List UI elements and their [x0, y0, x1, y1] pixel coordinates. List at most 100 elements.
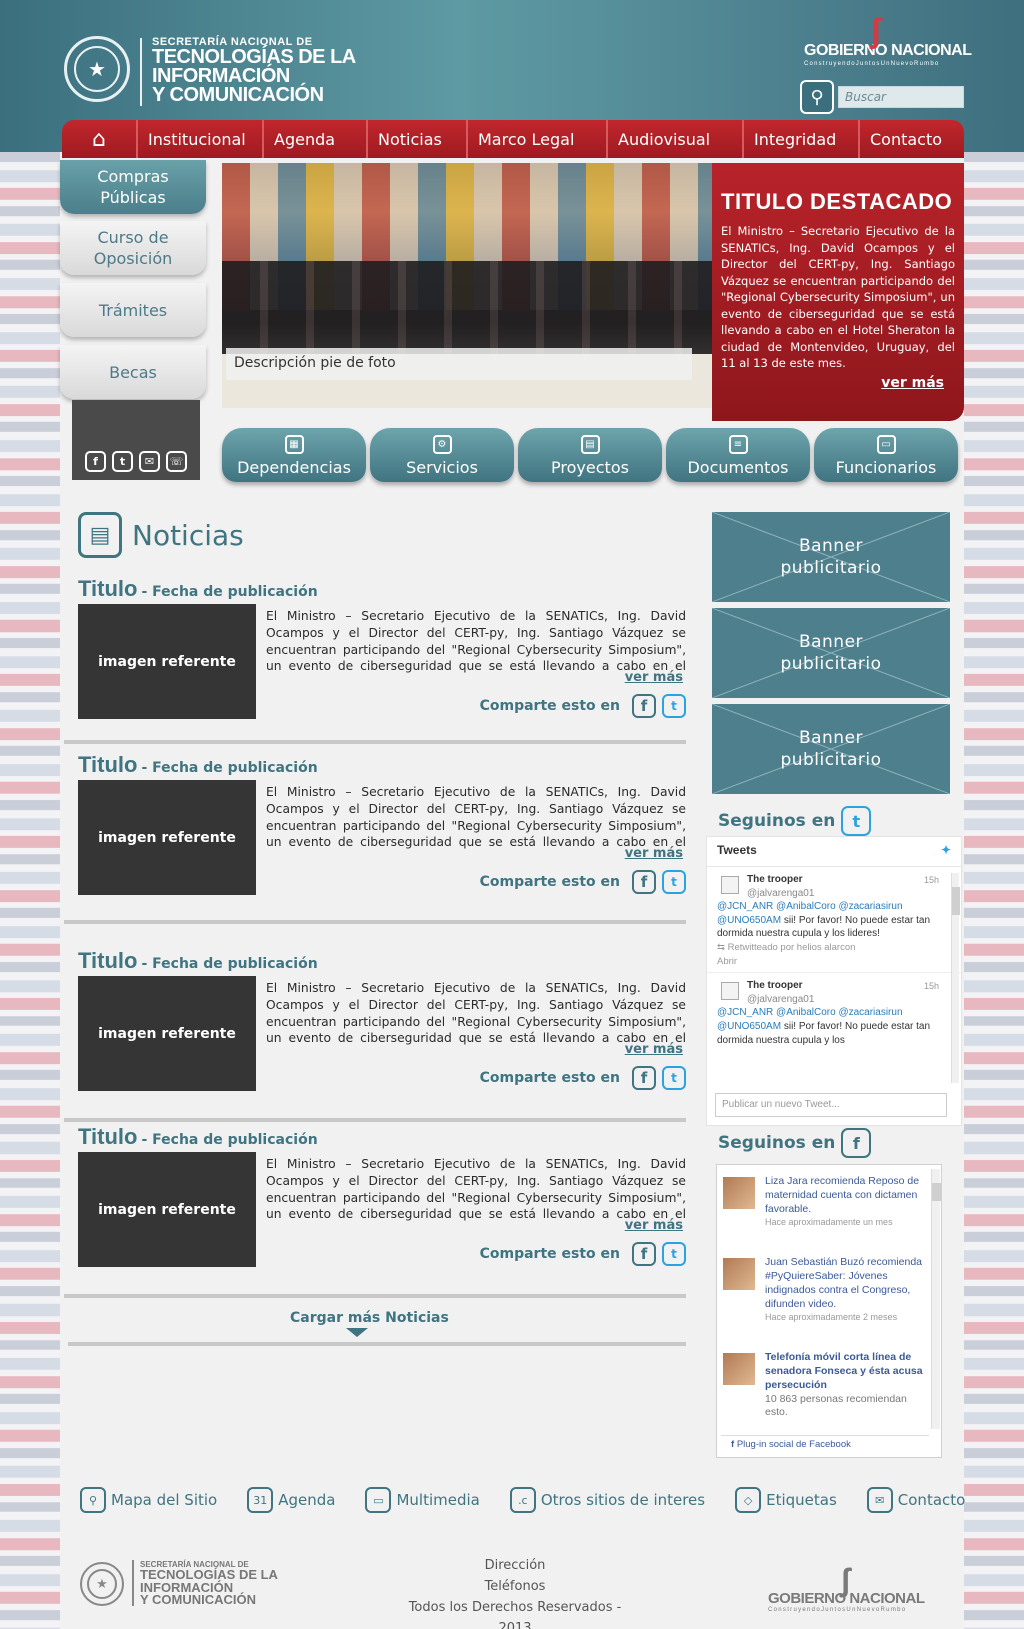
- sidebar-item-curso-oposicion[interactable]: Curso de Oposición: [60, 221, 206, 275]
- tweets-scrollbar[interactable]: [951, 873, 960, 1083]
- ad-banner[interactable]: Banner publicitario: [712, 704, 950, 794]
- facebook-plugin-label: Plug-in social de Facebook: [736, 1439, 851, 1450]
- news-item: Titulo - Fecha de publicación imagen refe…: [64, 1124, 686, 1296]
- facebook-follow[interactable]: Seguinos en f: [718, 1128, 872, 1158]
- facebook-icon[interactable]: f: [85, 451, 106, 472]
- news-image[interactable]: imagen referente: [78, 780, 256, 895]
- quick-link-servicios[interactable]: ⚙ Servicios: [370, 428, 514, 482]
- news-more-link[interactable]: ver más: [625, 1042, 683, 1057]
- facebook-post-text: Liza Jara recomienda Reposo de maternida…: [765, 1175, 920, 1215]
- news-title[interactable]: Titulo - Fecha de publicación: [78, 948, 318, 974]
- document-icon: ▤: [580, 435, 600, 454]
- facebook-post[interactable]: Liza Jara recomienda Reposo de maternida…: [717, 1169, 941, 1236]
- search-button[interactable]: ⚲: [800, 80, 834, 114]
- news-image[interactable]: imagen referente: [78, 976, 256, 1091]
- nav-item-marco-legal[interactable]: Marco Legal: [466, 120, 606, 158]
- multimedia-icon: ▭: [365, 1487, 392, 1513]
- footer-link-label: Mapa del Sitio: [111, 1491, 218, 1509]
- hero-caption: Descripción pie de foto: [226, 348, 692, 380]
- search-input[interactable]: Buscar: [838, 86, 964, 108]
- news-divider: [64, 740, 686, 744]
- facebook-share-icon[interactable]: f: [632, 870, 656, 894]
- hero-photo-group: [222, 261, 712, 359]
- featured-more-link[interactable]: ver más: [881, 375, 944, 391]
- facebook-scrollbar[interactable]: [931, 1169, 941, 1429]
- facebook-post-text: Telefonía móvil corta línea de senadora …: [765, 1351, 923, 1391]
- footer-link-mapa[interactable]: ⚲ Mapa del Sitio: [80, 1487, 217, 1513]
- facebook-share-icon[interactable]: f: [632, 1242, 656, 1266]
- quick-link-dependencias[interactable]: ▦ Dependencias: [222, 428, 366, 482]
- footer-link-multimedia[interactable]: ▭ Multimedia: [365, 1487, 480, 1513]
- quick-link-proyectos[interactable]: ▤ Proyectos: [518, 428, 662, 482]
- sidebar-item-tramites[interactable]: Trámites: [60, 283, 206, 337]
- tweet-author: The trooper: [747, 874, 803, 885]
- senatics-logo[interactable]: SECRETARÍA NACIONAL DE TECNOLOGÍAS DE LA…: [152, 36, 356, 105]
- featured-title: TITULO DESTACADO: [721, 189, 953, 214]
- news-title[interactable]: Titulo - Fecha de publicación: [78, 576, 318, 602]
- footer-link-label: Otros sitios de interes: [540, 1491, 706, 1509]
- twitter-icon[interactable]: t: [112, 451, 133, 472]
- facebook-post[interactable]: Telefonía móvil corta línea de senadora …: [717, 1345, 941, 1426]
- hero-photo[interactable]: Descripción pie de foto: [222, 163, 712, 408]
- new-tweet-input[interactable]: Publicar un nuevo Tweet...: [715, 1093, 947, 1117]
- news-more-link[interactable]: ver más: [625, 846, 683, 861]
- facebook-share-icon[interactable]: f: [632, 1066, 656, 1090]
- twitter-share-icon[interactable]: t: [662, 694, 686, 718]
- nav-item-agenda[interactable]: Agenda: [262, 120, 366, 158]
- ad-banner[interactable]: Banner publicitario: [712, 512, 950, 602]
- tweet-expand[interactable]: Abrir: [717, 955, 951, 969]
- facebook-plugin-footer[interactable]: f Plug-in social de Facebook: [721, 1435, 929, 1453]
- twitter-share-icon[interactable]: t: [662, 1066, 686, 1090]
- twitter-share-icon[interactable]: t: [662, 1242, 686, 1266]
- gobierno-nacional-logo[interactable]: ʃ GOBIERNO NACIONAL ConstruyendoJuntosUn…: [804, 12, 972, 67]
- nav-item-noticias[interactable]: Noticias: [366, 120, 466, 158]
- news-title-text: Titulo: [78, 752, 138, 777]
- news-more-link[interactable]: ver más: [625, 1218, 683, 1233]
- news-more-link[interactable]: ver más: [625, 670, 683, 685]
- nav-item-audiovisual[interactable]: Audiovisual: [606, 120, 742, 158]
- footer-gobierno-tagline: ConstruyendoJuntosUnNuevoRumbo: [768, 1607, 907, 1613]
- share-label: Comparte esto en: [479, 1070, 620, 1086]
- twitter-widget: Tweets ✦ The trooper @jalvarenga01 15h @J…: [706, 836, 962, 1126]
- footer-address: Dirección: [484, 1558, 546, 1573]
- sidebar-item-compras-publicas[interactable]: Compras Públicas: [60, 160, 206, 214]
- quick-link-documentos[interactable]: ≡ Documentos: [666, 428, 810, 482]
- twitter-follow[interactable]: Seguinos en t: [718, 806, 872, 836]
- footer-link-agenda[interactable]: 31 Agenda: [247, 1487, 335, 1513]
- nav-item-contacto[interactable]: Contacto: [858, 120, 962, 158]
- footer-senatics-logo[interactable]: SECRETARÍA NACIONAL DE TECNOLOGÍAS DE LA…: [140, 1560, 278, 1607]
- quick-link-funcionarios[interactable]: ▭ Funcionarios: [814, 428, 958, 482]
- news-title[interactable]: Titulo - Fecha de publicación: [78, 1124, 318, 1150]
- scrollbar-thumb[interactable]: [932, 1183, 941, 1201]
- facebook-post[interactable]: Juan Sebastián Buzó recomienda #PyQuiere…: [717, 1250, 941, 1331]
- news-image[interactable]: imagen referente: [78, 604, 256, 719]
- phone-icon[interactable]: ☏: [166, 451, 187, 472]
- news-image[interactable]: imagen referente: [78, 1152, 256, 1267]
- footer-link-contacto[interactable]: ✉ Contacto: [866, 1487, 965, 1513]
- tweet[interactable]: The trooper @jalvarenga01 15h @JCN_ANR @…: [707, 867, 961, 974]
- home-icon[interactable]: ⌂: [62, 127, 136, 152]
- follow-label: Seguinos en: [718, 811, 836, 831]
- sidebar-item-becas[interactable]: Becas: [60, 345, 206, 399]
- twitter-widget-header: Tweets ✦: [707, 837, 961, 867]
- footer-gobierno-logo[interactable]: ʃ GOBIERNO NACIONAL ConstruyendoJuntosUn…: [768, 1562, 925, 1613]
- avatar: [723, 1353, 755, 1386]
- twitter-share-icon[interactable]: t: [662, 870, 686, 894]
- news-title[interactable]: Titulo - Fecha de publicación: [78, 752, 318, 778]
- news-title-text: Titulo: [78, 1124, 138, 1149]
- facebook-share-icon[interactable]: f: [632, 694, 656, 718]
- footer-link-etiquetas[interactable]: ◇ Etiquetas: [735, 1487, 837, 1513]
- scrollbar-thumb[interactable]: [952, 887, 960, 915]
- nav-item-institucional[interactable]: Institucional: [136, 120, 262, 158]
- footer-link-otros-sitios[interactable]: .c Otros sitios de interes: [509, 1487, 706, 1513]
- facebook-post-meta: Hace aproximadamente un mes: [765, 1217, 893, 1228]
- news-item: Titulo - Fecha de publicación imagen refe…: [64, 576, 686, 748]
- nav-item-integridad[interactable]: Integridad: [742, 120, 858, 158]
- ad-banner[interactable]: Banner publicitario: [712, 608, 950, 698]
- news-divider: [68, 1342, 686, 1346]
- email-icon[interactable]: ✉: [139, 451, 160, 472]
- tweet[interactable]: The trooper @jalvarenga01 15h @JCN_ANR @…: [707, 973, 961, 1045]
- news-divider: [64, 920, 686, 924]
- quick-link-label: Documentos: [687, 458, 789, 477]
- load-more-news-button[interactable]: Cargar más Noticias: [290, 1310, 449, 1337]
